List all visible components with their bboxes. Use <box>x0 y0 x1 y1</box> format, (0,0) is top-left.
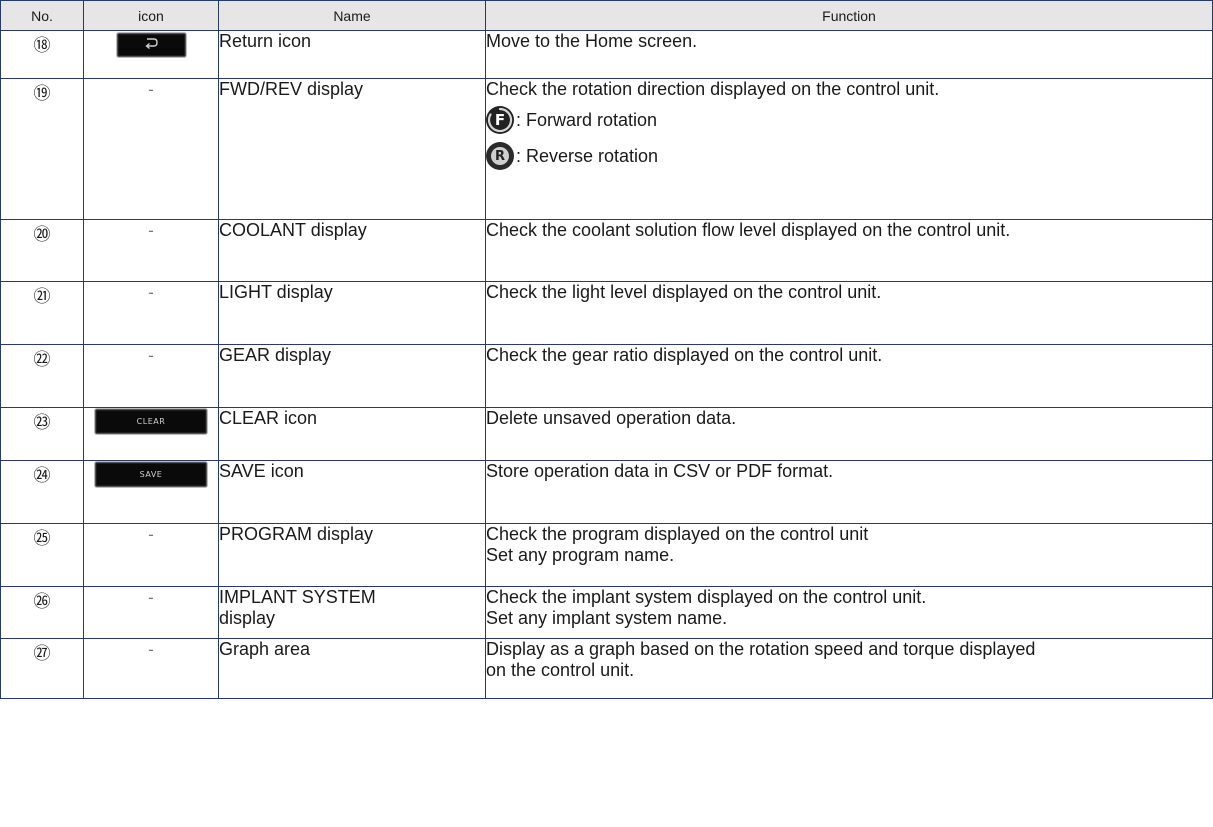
row-function-line-2: on the control unit. <box>486 660 635 680</box>
row-number: ㉖ <box>0 586 84 639</box>
header-function: Function <box>485 0 1213 31</box>
row-name: CLEAR icon <box>218 407 486 461</box>
save-button[interactable]: SAVE <box>95 462 207 487</box>
row-number: ㉑ <box>0 281 84 345</box>
table-row: ㉑ - LIGHT display Check the light level … <box>0 281 1213 345</box>
no-icon-dash: - <box>148 640 154 659</box>
row-name: GEAR display <box>218 344 486 408</box>
row-name: SAVE icon <box>218 460 486 524</box>
row-name: LIGHT display <box>218 281 486 345</box>
row-function-line-1: Display as a graph based on the rotation… <box>486 639 1036 659</box>
table-row: ⑳ - COOLANT display Check the coolant so… <box>0 219 1213 282</box>
header-icon: icon <box>83 0 219 31</box>
table-row: ⑲ - FWD/REV display Check the rotation d… <box>0 78 1213 220</box>
row-name: Return icon <box>218 30 486 79</box>
row-name: COOLANT display <box>218 219 486 282</box>
header-no: No. <box>0 0 84 31</box>
row-number: ㉓ <box>0 407 84 461</box>
row-name: FWD/REV display <box>218 78 486 220</box>
reverse-letter: R <box>494 148 505 164</box>
row-function-line-2: Set any program name. <box>486 545 675 565</box>
row-name: Graph area <box>218 638 486 699</box>
clear-button[interactable]: CLEAR <box>95 409 207 434</box>
return-arrow-icon <box>144 38 158 50</box>
row-number: ⑱ <box>0 30 84 79</box>
table-row: ㉕ - PROGRAM display Check the program di… <box>0 523 1213 587</box>
row-function-line-2: Set any implant system name. <box>486 608 728 628</box>
return-button[interactable] <box>116 33 186 57</box>
row-function-line-1: Check the program displayed on the contr… <box>486 524 869 544</box>
no-icon-dash: - <box>148 346 154 365</box>
forward-rotation-legend: F : Forward rotation <box>486 104 1212 136</box>
header-row: No. icon Name Function <box>0 0 1213 31</box>
forward-letter: F <box>494 110 506 129</box>
row-name-line-2: display <box>219 608 276 628</box>
row-name-line-1: IMPLANT SYSTEM <box>219 587 376 607</box>
reverse-rotation-label: : Reverse rotation <box>516 145 659 166</box>
row-function: Check the gear ratio displayed on the co… <box>485 344 1213 408</box>
row-number: ⑲ <box>0 78 84 220</box>
table-row: ㉓ CLEAR CLEAR icon Delete unsaved operat… <box>0 407 1213 461</box>
forward-rotation-label: : Forward rotation <box>516 109 658 130</box>
no-icon-dash: - <box>148 525 154 544</box>
row-number: ⑳ <box>0 219 84 282</box>
no-icon-dash: - <box>148 283 154 302</box>
spec-table: No. icon Name Function ⑱ Return icon Mov… <box>0 0 1213 699</box>
row-name: PROGRAM display <box>218 523 486 587</box>
no-icon-dash: - <box>148 221 154 240</box>
row-function-line-1: Check the implant system displayed on th… <box>486 587 927 607</box>
reverse-rotation-icon: R <box>486 142 514 170</box>
row-function: Check the rotation direction displayed o… <box>486 79 940 99</box>
row-number: ㉗ <box>0 638 84 699</box>
no-icon-dash: - <box>148 588 154 607</box>
no-icon-dash: - <box>148 80 154 99</box>
row-function: Store operation data in CSV or PDF forma… <box>485 460 1213 524</box>
table-row: ㉗ - Graph area Display as a graph based … <box>0 638 1213 699</box>
header-name: Name <box>218 0 486 31</box>
table-row: ㉔ SAVE SAVE icon Store operation data in… <box>0 460 1213 524</box>
forward-rotation-icon: F <box>486 106 514 134</box>
row-function: Move to the Home screen. <box>485 30 1213 79</box>
row-function: Check the light level displayed on the c… <box>485 281 1213 345</box>
table-row: ㉖ - IMPLANT SYSTEM display Check the imp… <box>0 586 1213 639</box>
table-row: ㉒ - GEAR display Check the gear ratio di… <box>0 344 1213 408</box>
row-number: ㉔ <box>0 460 84 524</box>
table-row: ⑱ Return icon Move to the Home screen. <box>0 30 1213 79</box>
row-number: ㉒ <box>0 344 84 408</box>
reverse-rotation-legend: R : Reverse rotation <box>486 140 1212 172</box>
row-function: Check the coolant solution flow level di… <box>485 219 1213 282</box>
row-number: ㉕ <box>0 523 84 587</box>
row-function: Delete unsaved operation data. <box>485 407 1213 461</box>
